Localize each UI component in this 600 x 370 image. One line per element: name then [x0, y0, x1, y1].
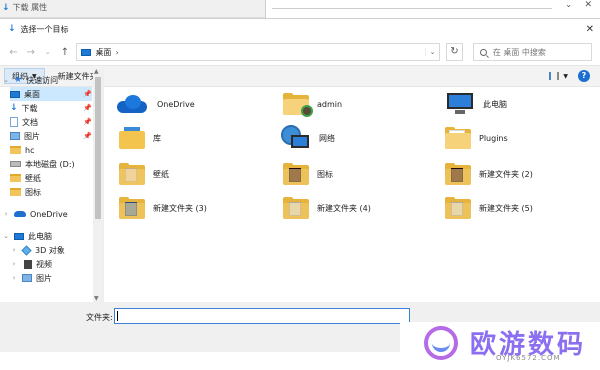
computer-icon [14, 232, 24, 240]
chevron-right-icon[interactable]: › [10, 260, 18, 268]
drive-icon [10, 161, 21, 167]
folder-icon [10, 174, 21, 182]
pin-icon: 📌 [83, 104, 92, 112]
item-onedrive[interactable]: OneDrive [115, 87, 275, 121]
item-new-folder-5[interactable]: 新建文件夹 (5) [445, 191, 600, 225]
text-caret [117, 311, 118, 321]
background-address-box: ⌄ ✕ [265, 0, 600, 18]
item-network[interactable]: 网络 [281, 121, 441, 155]
folder-icon [119, 163, 145, 185]
nav-item-downloads[interactable]: ↓ 下载 📌 [10, 101, 92, 115]
folder-icon [283, 197, 309, 219]
recent-locations-button[interactable]: ⌄ [42, 48, 53, 56]
chevron-down-icon[interactable]: ⌄ [2, 76, 10, 84]
pin-icon: 📌 [83, 90, 92, 98]
nav-item-3d-objects[interactable]: › 3D 对象 [10, 243, 92, 257]
folder-name-input[interactable] [114, 308, 410, 324]
forward-button[interactable]: → [25, 47, 36, 58]
computer-icon [445, 93, 475, 115]
refresh-button[interactable]: ↻ [446, 43, 463, 61]
pictures-icon [22, 274, 32, 282]
dialog-titlebar: ↓ 选择一个目标 ✕ [0, 19, 600, 39]
chevron-right-icon[interactable]: › [10, 246, 18, 254]
item-new-folder-3[interactable]: 新建文件夹 (3) [119, 191, 279, 225]
nav-item-pictures-pc[interactable]: › 图片 [10, 271, 92, 285]
up-button[interactable]: ↑ [59, 47, 70, 58]
nav-scrollbar-thumb[interactable] [95, 77, 101, 219]
scroll-up-icon[interactable]: ▲ [94, 68, 99, 75]
nav-scrollbar[interactable]: ▲ ▼ [93, 68, 103, 302]
3d-objects-icon [21, 244, 32, 256]
download-icon: ↓ [2, 2, 10, 13]
nav-item-hc[interactable]: hc [10, 143, 92, 157]
breadcrumb-separator[interactable]: › [115, 48, 118, 57]
address-row: ← → ⌄ ↑ 桌面 › ⌄ ↻ 在 桌面 中搜索 [0, 39, 600, 65]
brand-url: OYJK6572.COM [496, 354, 561, 362]
folder-icon [119, 197, 145, 219]
content-area: ⌄ ★ 快速访问 桌面 📌 ↓ 下载 📌 文档 📌 图片 📌 hc 本地磁盘 (… [0, 68, 600, 302]
pin-icon: 📌 [83, 118, 92, 126]
chevron-right-icon[interactable]: › [10, 274, 18, 282]
item-wallpaper[interactable]: 壁纸 [119, 157, 279, 191]
brand-watermark: 欧游数码 OYJK6572.COM [400, 322, 600, 370]
network-icon [281, 125, 311, 151]
nav-item-local-disk-d[interactable]: 本地磁盘 (D:) [10, 157, 92, 171]
item-icons[interactable]: 图标 [283, 157, 443, 191]
scroll-down-icon[interactable]: ▼ [94, 295, 99, 302]
folder-icon [445, 197, 471, 219]
pictures-icon [10, 132, 20, 140]
nav-item-wallpaper[interactable]: 壁纸 [10, 171, 92, 185]
nav-item-desktop[interactable]: 桌面 📌 [10, 87, 92, 101]
item-this-pc[interactable]: 此电脑 [445, 87, 600, 121]
chevron-down-icon[interactable]: ⌄ [565, 0, 572, 9]
chevron-down-icon[interactable]: ⌄ [2, 232, 10, 240]
search-icon [479, 48, 487, 56]
download-icon: ↓ [10, 103, 18, 113]
folder-field-label: 文件夹: [86, 313, 113, 322]
close-icon[interactable]: ✕ [584, 0, 592, 10]
pin-icon: 📌 [83, 132, 92, 140]
folder-icon [10, 146, 21, 154]
background-window: ↓ 下载 属性 ⌄ ✕ [0, 0, 600, 18]
folder-icon [445, 163, 471, 185]
onedrive-icon [115, 95, 149, 113]
library-icon [119, 127, 145, 149]
folder-icon [10, 188, 21, 196]
close-button[interactable]: ✕ [586, 24, 594, 35]
chevron-right-icon[interactable]: › [2, 210, 10, 218]
address-bar[interactable]: 桌面 › ⌄ [76, 43, 440, 61]
folder-icon [445, 127, 471, 149]
item-new-folder-4[interactable]: 新建文件夹 (4) [283, 191, 443, 225]
breadcrumb-desktop[interactable]: 桌面 [95, 47, 111, 58]
user-folder-icon [283, 93, 313, 117]
dialog-title: 选择一个目标 [20, 24, 69, 34]
item-admin[interactable]: admin [283, 87, 443, 121]
onedrive-icon [14, 211, 26, 217]
nav-item-icons[interactable]: 图标 [10, 185, 92, 199]
item-new-folder-2[interactable]: 新建文件夹 (2) [445, 157, 600, 191]
nav-item-videos[interactable]: › 视频 [10, 257, 92, 271]
item-libraries[interactable]: 库 [119, 121, 279, 155]
nav-item-quick-access[interactable]: ⌄ ★ 快速访问 [2, 73, 94, 87]
desktop-icon [81, 48, 92, 56]
document-icon [10, 117, 18, 127]
nav-item-pictures[interactable]: 图片 📌 [10, 129, 92, 143]
items-pane: OneDrive admin 此电脑 库 网络 Plugins 壁纸 图标 新建… [105, 69, 600, 302]
search-input[interactable]: 在 桌面 中搜索 [472, 43, 592, 61]
back-button[interactable]: ← [8, 47, 19, 58]
background-window-title: ↓ 下载 属性 [2, 2, 48, 13]
nav-item-this-pc[interactable]: ⌄ 此电脑 [2, 229, 94, 243]
nav-item-onedrive[interactable]: › OneDrive [2, 207, 94, 221]
item-plugins[interactable]: Plugins [445, 121, 600, 155]
nav-item-documents[interactable]: 文档 📌 [10, 115, 92, 129]
star-icon: ★ [14, 75, 23, 85]
desktop-icon [10, 90, 20, 98]
folder-icon [283, 163, 309, 185]
video-icon [22, 259, 32, 269]
chevron-down-icon[interactable]: ⌄ [425, 48, 439, 56]
navigation-pane: ⌄ ★ 快速访问 桌面 📌 ↓ 下载 📌 文档 📌 图片 📌 hc 本地磁盘 (… [0, 68, 104, 302]
download-icon: ↓ [8, 24, 16, 34]
brand-logo-icon [424, 326, 458, 360]
